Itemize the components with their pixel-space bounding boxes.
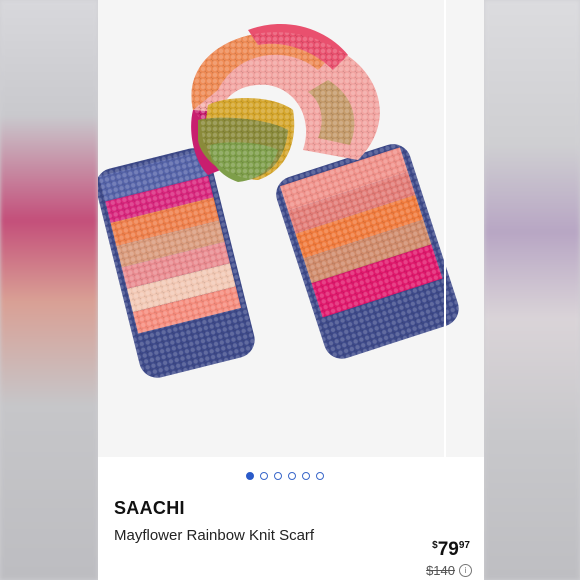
sale-price: $7997: [432, 539, 470, 561]
brand-name[interactable]: SAACHI: [114, 498, 185, 519]
carousel-dot-5[interactable]: [302, 472, 310, 480]
image-divider: [444, 0, 446, 457]
carousel-dot-1[interactable]: [246, 472, 254, 480]
carousel-dot-3[interactable]: [274, 472, 282, 480]
background-blur-right: [484, 0, 580, 580]
scarf-image: [98, 24, 459, 378]
price-dollars: 79: [437, 539, 459, 560]
price-currency: $: [432, 540, 438, 551]
carousel-dot-6[interactable]: [316, 472, 324, 480]
product-title[interactable]: Mayflower Rainbow Knit Scarf: [114, 523, 344, 548]
product-image[interactable]: [98, 0, 484, 457]
original-price-row: $140 i: [426, 563, 472, 578]
price-cents: 97: [458, 540, 470, 551]
carousel-dot-2[interactable]: [260, 472, 268, 480]
info-icon[interactable]: i: [459, 564, 472, 577]
original-price: $140: [426, 563, 455, 578]
carousel-dot-4[interactable]: [288, 472, 296, 480]
background-blur-left: [0, 0, 98, 580]
product-card[interactable]: SAACHI Mayflower Rainbow Knit Scarf $799…: [98, 0, 484, 580]
carousel-indicator: [246, 472, 324, 480]
